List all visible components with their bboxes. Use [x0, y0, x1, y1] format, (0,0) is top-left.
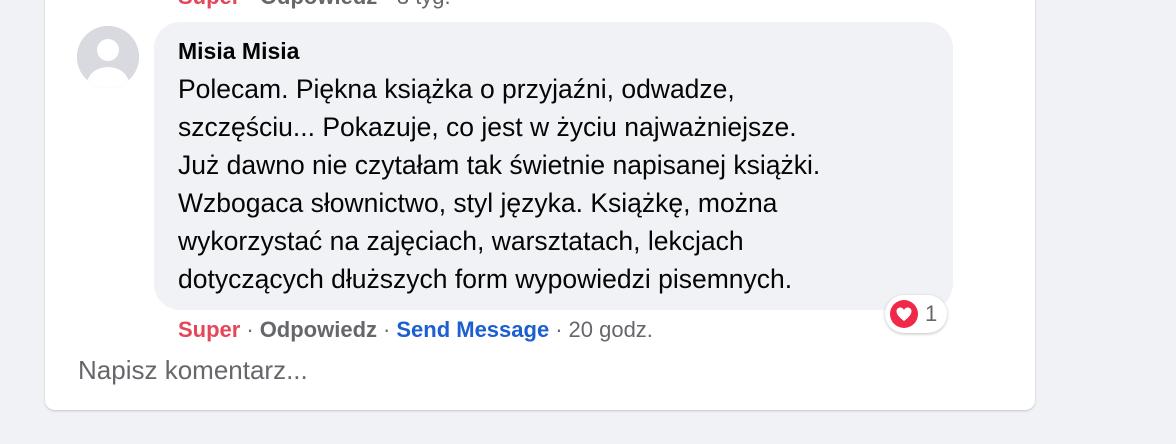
comment-text-line: Wzbogaca słownictwo, styl języka. Książk… [178, 188, 778, 218]
comment-text-line: wykorzystać na zajęciach, warsztatach, l… [178, 226, 744, 256]
reaction-count: 1 [925, 301, 938, 326]
write-comment-input[interactable]: Napisz komentarz... [78, 355, 308, 386]
comment-actions: Super · Odpowiedz · Send Message · 20 godz. [178, 317, 653, 343]
separator: · [555, 317, 563, 342]
comment-text: Polecam. Piękna książka o przyjaźni, odw… [178, 70, 820, 298]
heart-icon [890, 300, 918, 328]
separator: · [246, 0, 253, 9]
default-avatar-icon [77, 26, 139, 88]
previous-like-button[interactable]: Super [178, 0, 240, 9]
comment-time[interactable]: 20 godz. [569, 317, 653, 342]
send-message-button[interactable]: Send Message [396, 317, 549, 342]
previous-reply-button[interactable]: Odpowiedz [260, 0, 377, 9]
reaction-summary[interactable]: 1 [885, 295, 948, 333]
previous-comment-actions: Super · Odpowiedz · 3 tyg. [178, 0, 451, 10]
comment-text-line: Polecam. Piękna książka o przyjaźni, odw… [178, 74, 735, 104]
comment-text-line: szczęściu... Pokazuje, co jest w życiu n… [178, 112, 797, 142]
comment-author[interactable]: Misia Misia [178, 38, 299, 65]
comment-text-line: Już dawno nie czytałam tak świetnie napi… [178, 150, 821, 180]
separator: · [246, 317, 254, 342]
avatar[interactable] [77, 26, 139, 88]
previous-comment-time[interactable]: 3 tyg. [397, 0, 451, 9]
separator: · [383, 0, 390, 9]
separator: · [383, 317, 391, 342]
comment-text-line: dotyczących dłuższych form wypowiedzi pi… [178, 264, 793, 294]
like-button[interactable]: Super [178, 317, 240, 342]
reply-button[interactable]: Odpowiedz [260, 317, 377, 342]
